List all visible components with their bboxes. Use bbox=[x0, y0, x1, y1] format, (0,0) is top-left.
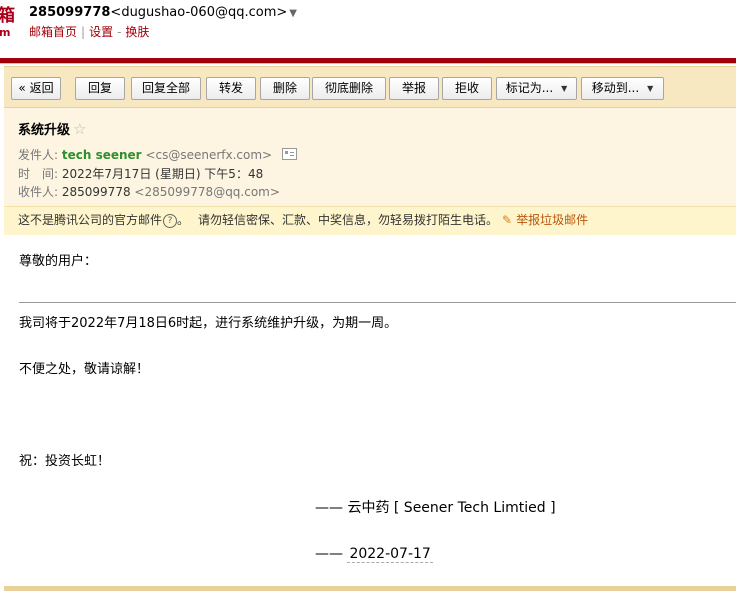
sender-row: 发件人: tech seener <cs@seenerfx.com> bbox=[18, 147, 298, 163]
forward-button[interactable]: 转发 bbox=[206, 77, 256, 100]
delete-forever-button[interactable]: 彻底删除 bbox=[312, 77, 386, 100]
subject-text: 系统升级 bbox=[18, 123, 71, 138]
header-divider-shadow bbox=[0, 63, 736, 64]
account-email: <dugushao-060@qq.com> bbox=[110, 5, 288, 20]
signature-date-row: —— 2022-07-17 bbox=[315, 545, 433, 563]
settings-link[interactable]: 设置 bbox=[89, 25, 113, 39]
mail-body-line-1: 我司将于2022年7月18日6时起，进行系统维护升级，为期一周。 bbox=[19, 316, 398, 331]
from-label: 发件人: bbox=[18, 148, 59, 162]
recipient-email: <285099778@qq.com> bbox=[134, 185, 280, 199]
mail-logo: 箱 bbox=[0, 6, 15, 26]
to-label: 收件人: bbox=[18, 185, 59, 199]
mail-body-line-3: 祝：投资长虹！ bbox=[19, 454, 111, 469]
recipient-name[interactable]: 285099778 bbox=[62, 185, 131, 199]
report-spam-link[interactable]: ✎ 举报垃圾邮件 bbox=[502, 207, 588, 234]
warning-period: 。 bbox=[177, 213, 190, 227]
contact-card-icon[interactable] bbox=[282, 148, 298, 160]
mark-as-dropdown[interactable]: 标记为... ▼ bbox=[496, 77, 577, 100]
mark-as-label: 标记为... bbox=[505, 81, 554, 95]
security-warning-bar: 这不是腾讯公司的官方邮件?。 请勿轻信密保、汇款、中奖信息，勿轻易拨打陌生电话。… bbox=[4, 206, 736, 235]
time-label: 时 间: bbox=[18, 167, 59, 181]
star-icon[interactable]: ☆ bbox=[73, 120, 86, 138]
time-row: 时 间: 2022年7月17日 (星期日) 下午5：48 bbox=[18, 166, 263, 182]
signature-company: —— 云中药 [ Seener Tech Limtied ] bbox=[315, 500, 556, 516]
chevron-down-icon: ▼ bbox=[561, 84, 568, 93]
mail-subject: 系统升级 ☆ bbox=[18, 120, 86, 140]
signature-dash: —— bbox=[315, 546, 343, 562]
recipient-row: 收件人: 285099778 <285099778@qq.com> bbox=[18, 184, 280, 200]
move-to-label: 移动到... bbox=[591, 81, 640, 95]
time-value: 2022年7月17日 (星期日) 下午5：48 bbox=[61, 167, 264, 181]
signature-date[interactable]: 2022-07-17 bbox=[347, 546, 433, 563]
mail-greeting: 尊敬的用户： bbox=[19, 254, 98, 269]
back-button[interactable]: « 返回 bbox=[11, 77, 61, 100]
mail-home-link[interactable]: 邮箱首页 bbox=[29, 25, 77, 39]
mail-header: 系统升级 ☆ 发件人: tech seener <cs@seenerfx.com>… bbox=[4, 108, 736, 206]
body-divider bbox=[19, 302, 736, 303]
account-number: 285099778 bbox=[29, 5, 111, 20]
help-icon[interactable]: ? bbox=[163, 214, 178, 228]
warning-not-official-text: 这不是腾讯公司的官方邮件 bbox=[18, 213, 163, 227]
mail-read-panel: « 返回 回复 回复全部 转发 删除 彻底删除 举报 拒收 标记为... ▼ 移动… bbox=[4, 66, 736, 586]
account-info[interactable]: 285099778<dugushao-060@qq.com> ▼ bbox=[29, 5, 297, 22]
top-links: 邮箱首页 | 设置 - 换肤 bbox=[29, 24, 149, 40]
warning-not-official: 这不是腾讯公司的官方邮件?。 bbox=[18, 207, 189, 234]
sender-email: <cs@seenerfx.com> bbox=[145, 148, 273, 162]
divider: | bbox=[81, 25, 86, 39]
divider: - bbox=[117, 25, 122, 39]
warning-advice: 请勿轻信密保、汇款、中奖信息，勿轻易拨打陌生电话。 bbox=[198, 213, 499, 227]
reject-button[interactable]: 拒收 bbox=[442, 77, 492, 100]
chevron-down-icon: ▼ bbox=[647, 84, 654, 93]
mail-toolbar: « 返回 回复 回复全部 转发 删除 彻底删除 举报 拒收 标记为... ▼ 移动… bbox=[4, 66, 736, 108]
chevron-down-icon[interactable]: ▼ bbox=[289, 8, 297, 19]
mail-body-line-2: 不便之处，敬请谅解！ bbox=[19, 362, 150, 377]
reply-button[interactable]: 回复 bbox=[75, 77, 125, 100]
mail-logo-sub: m bbox=[0, 26, 11, 39]
top-bar: 箱 m 285099778<dugushao-060@qq.com> ▼ 邮箱首页… bbox=[0, 0, 736, 58]
report-spam-text: 举报垃圾邮件 bbox=[516, 213, 589, 227]
bottom-bar bbox=[4, 586, 736, 591]
sender-name[interactable]: tech seener bbox=[62, 148, 142, 162]
reply-all-button[interactable]: 回复全部 bbox=[131, 77, 201, 100]
delete-button[interactable]: 删除 bbox=[260, 77, 310, 100]
report-button[interactable]: 举报 bbox=[389, 77, 439, 100]
move-to-dropdown[interactable]: 移动到... ▼ bbox=[581, 77, 664, 100]
skin-link[interactable]: 换肤 bbox=[125, 25, 149, 39]
spam-icon: ✎ bbox=[502, 213, 513, 227]
